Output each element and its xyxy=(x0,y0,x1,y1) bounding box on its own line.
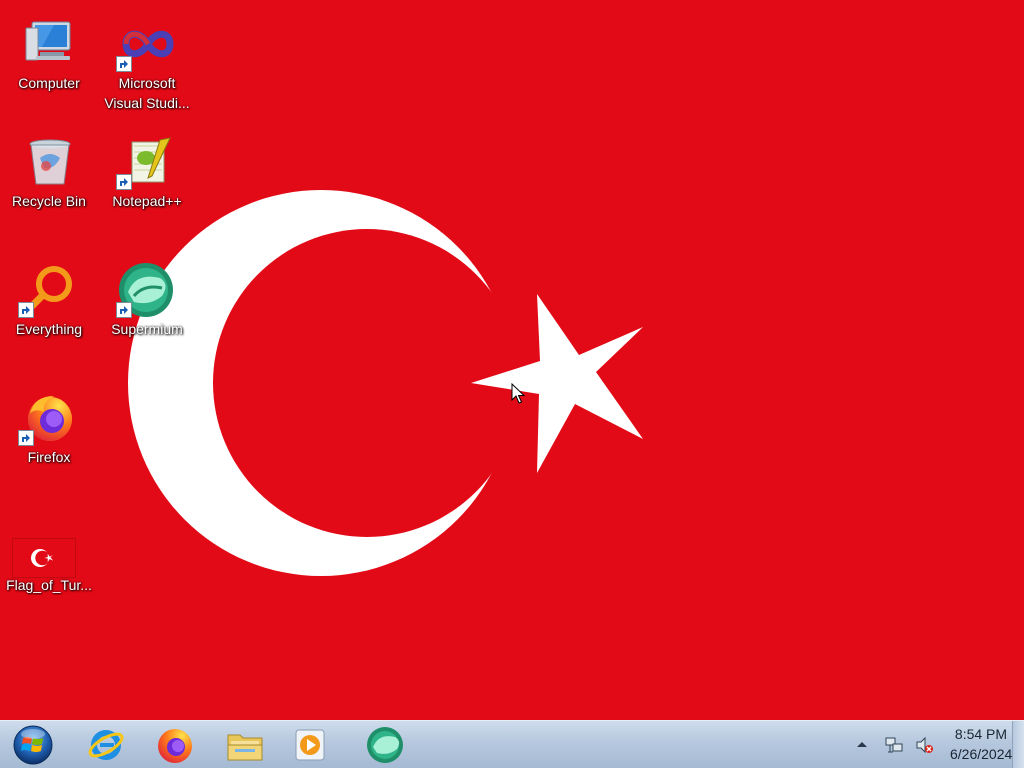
desktop-icon-label: Flag_of_Tur... xyxy=(6,577,92,593)
windows-start-orb-icon xyxy=(13,725,53,765)
desktop[interactable]: Computer Microsoft Visual Studi... Recyc… xyxy=(0,0,1024,720)
show-hidden-icons-arrow-icon[interactable] xyxy=(852,735,872,755)
supermium-icon xyxy=(367,727,403,763)
media-player-icon xyxy=(295,729,325,761)
desktop-icon-label: Recycle Bin xyxy=(12,193,86,209)
flag-image-file-icon xyxy=(12,538,76,578)
desktop-icon-recycle-bin[interactable]: Recycle Bin xyxy=(0,130,98,242)
folder-icon xyxy=(227,734,263,761)
desktop-icon-label: Microsoft Visual Studi... xyxy=(98,73,196,113)
internet-explorer-icon xyxy=(88,730,124,760)
taskbar-supermium[interactable] xyxy=(355,723,415,767)
system-tray: 8:54 PM 6/26/2024 xyxy=(824,721,1024,768)
clock[interactable]: 8:54 PM 6/26/2024 xyxy=(950,724,1012,764)
taskbar-internet-explorer[interactable] xyxy=(76,723,136,767)
desktop-icon-visual-studio[interactable]: Microsoft Visual Studi... xyxy=(98,12,196,124)
desktop-icon-everything[interactable]: Everything xyxy=(0,258,98,370)
clock-time: 8:54 PM xyxy=(954,726,1008,742)
desktop-icon-computer[interactable]: Computer xyxy=(0,12,98,124)
network-icon[interactable] xyxy=(884,735,904,755)
recycle-bin-icon xyxy=(24,136,76,188)
desktop-icon-notepad-plus-plus[interactable]: Notepad++ xyxy=(98,130,196,242)
taskbar-windows-explorer[interactable] xyxy=(215,723,275,767)
volume-muted-icon[interactable] xyxy=(914,735,934,755)
shortcut-arrow-icon xyxy=(116,56,132,72)
taskbar: 8:54 PM 6/26/2024 xyxy=(0,720,1024,768)
desktop-icon-label: Supermium xyxy=(111,321,183,337)
desktop-icon-label: Computer xyxy=(18,75,80,91)
desktop-icon-supermium[interactable]: Supermium xyxy=(98,258,196,370)
shortcut-arrow-icon xyxy=(116,174,132,190)
clock-date: 6/26/2024 xyxy=(950,746,1013,762)
firefox-icon xyxy=(158,729,192,763)
start-button[interactable] xyxy=(8,724,58,766)
label-line-2: Visual Studi... xyxy=(104,95,190,111)
desktop-icon-label: Firefox xyxy=(27,449,71,465)
show-desktop-button[interactable] xyxy=(1012,721,1024,768)
mouse-cursor-icon xyxy=(511,383,525,404)
shortcut-arrow-icon xyxy=(18,430,34,446)
label-line-1: Microsoft xyxy=(118,75,176,91)
desktop-icon-label: Everything xyxy=(15,321,83,337)
shortcut-arrow-icon xyxy=(116,302,132,318)
computer-icon xyxy=(24,18,76,70)
desktop-icon-firefox[interactable]: Firefox xyxy=(0,386,98,498)
desktop-icon-flag-of-turkey-file[interactable]: Flag_of_Tur... xyxy=(0,514,98,626)
taskbar-firefox[interactable] xyxy=(145,723,205,767)
shortcut-arrow-icon xyxy=(18,302,34,318)
desktop-icon-label: Notepad++ xyxy=(112,193,182,209)
taskbar-windows-media-player[interactable] xyxy=(280,723,340,767)
